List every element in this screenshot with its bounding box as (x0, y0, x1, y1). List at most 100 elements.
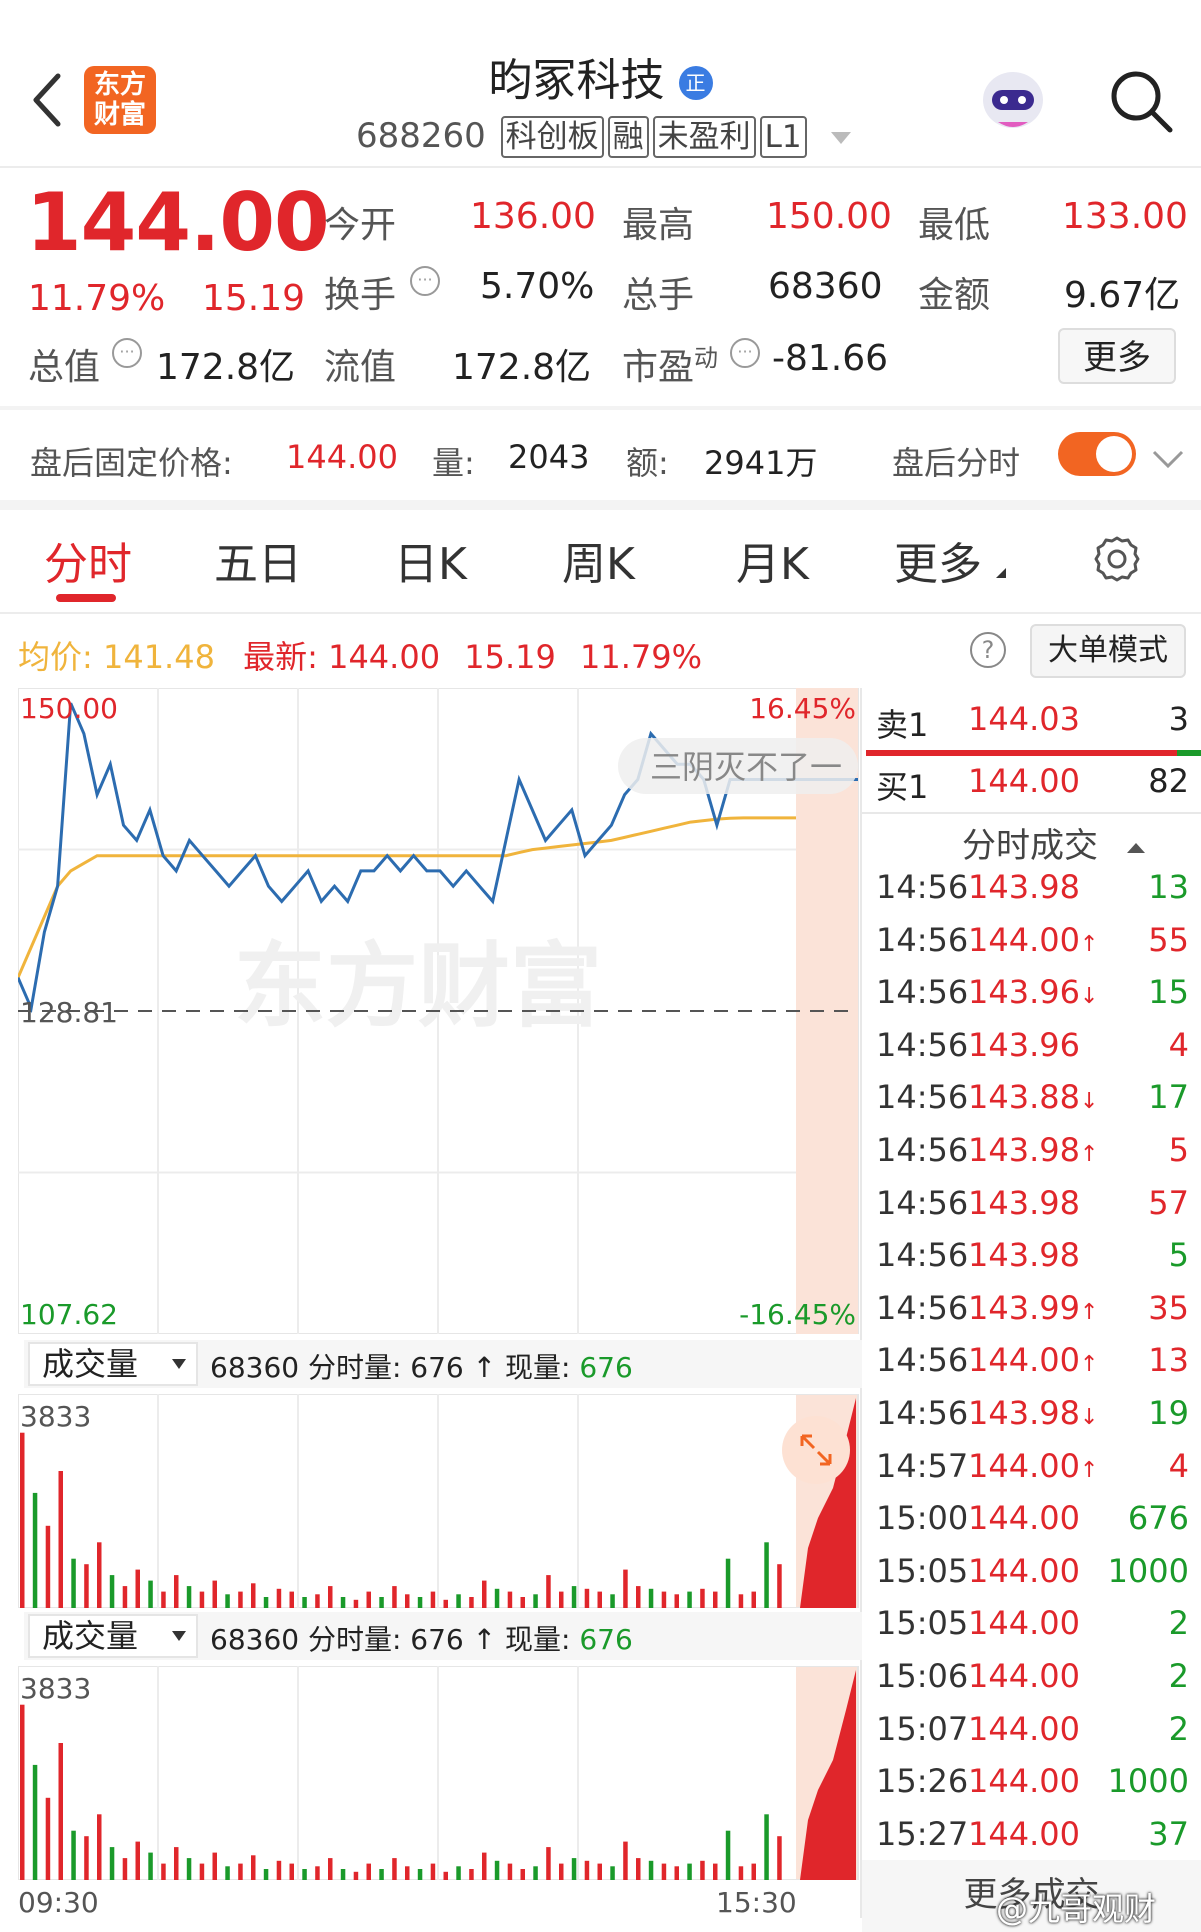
info-icon[interactable]: ··· (730, 338, 760, 368)
trade-row: 15:27 144.00 37 (876, 1815, 1201, 1867)
volume-bar (725, 1830, 731, 1880)
trades-divider (862, 812, 1201, 814)
volume-bar (289, 1863, 294, 1880)
trade-arrow: ↑ (1079, 1457, 1099, 1483)
volume-selector[interactable]: 成交量 (28, 1342, 198, 1386)
trade-time: 15:05 (876, 1551, 969, 1590)
dropdown-icon[interactable] (831, 131, 852, 144)
volume-bar (482, 1852, 487, 1880)
volume-bar (45, 1525, 51, 1608)
pe-label-text: 市盈 (622, 347, 695, 388)
tag-level: L1 (759, 116, 807, 158)
tab-five-day[interactable]: 五日 (214, 528, 302, 592)
volume-bar (276, 1588, 282, 1608)
tab-more[interactable]: 更多 (894, 528, 982, 592)
tab-daily-k[interactable]: 日K (394, 528, 467, 592)
volume-bar (32, 1492, 38, 1608)
sell-1-volume: 3 (1168, 700, 1189, 738)
info-icon[interactable]: ··· (112, 338, 142, 368)
volume-max-label: 3833 (20, 1400, 91, 1433)
turnover-value: 5.70% (480, 266, 595, 307)
volume-info-prefix: 68360 分时量: 676 ↑ 现量: (210, 1351, 571, 1384)
price-chart[interactable]: 东方财富 三阴灭不了一 150.00 128.81 107.62 16.45% … (18, 688, 860, 1334)
volume-bar (199, 1863, 205, 1880)
volume-bar (238, 1591, 243, 1608)
volume-bar (135, 1841, 140, 1880)
last-price: 144.00 (26, 176, 330, 269)
amount-value: 9.67亿 (1064, 275, 1181, 316)
trade-volume: 1000 (1107, 1762, 1189, 1801)
volume-bar (751, 1591, 756, 1608)
volume-bar (122, 1586, 128, 1608)
trade-row: 14:56 144.00↑ 55 (876, 921, 1201, 973)
trade-price: 143.98↑ (968, 1131, 1099, 1169)
volume-bar (20, 1432, 25, 1608)
info-icon[interactable]: ··· (410, 266, 440, 296)
volume-chart[interactable]: 3833 (18, 1666, 860, 1880)
help-icon[interactable]: ? (970, 632, 1006, 668)
volume-bar (84, 1836, 89, 1880)
search-icon[interactable] (1108, 68, 1174, 134)
tab-monthly-k[interactable]: 月K (736, 528, 809, 592)
chevron-down-icon[interactable] (1150, 440, 1186, 476)
volume-bar (456, 1594, 461, 1608)
sell-1-label: 卖1 (876, 706, 929, 744)
volume-bar (494, 1588, 500, 1608)
volume-bar (777, 1836, 782, 1880)
volume-bar (623, 1569, 628, 1608)
volume-bar (174, 1575, 179, 1608)
tab-intraday[interactable]: 分时 (44, 528, 132, 592)
volume-bar (20, 1704, 25, 1880)
trade-time: 14:56 (876, 1394, 969, 1432)
tab-weekly-k[interactable]: 周K (562, 528, 635, 592)
trade-time: 14:56 (876, 1131, 969, 1169)
trade-time: 14:56 (876, 973, 969, 1012)
stock-name: 昀冢科技 (488, 55, 665, 106)
open-label: 今开 (324, 205, 397, 246)
buy-1-price: 144.00 (968, 762, 1080, 800)
y-top-label: 150.00 (20, 692, 118, 725)
gear-icon[interactable] (1092, 534, 1142, 584)
trade-price: 144.00 (968, 1551, 1080, 1590)
avg-value: 141.48 (102, 638, 215, 676)
trades-title[interactable]: 分时成交 (962, 818, 1145, 867)
volume-bar (174, 1847, 179, 1880)
after-hours-toggle[interactable] (1058, 432, 1136, 476)
sell-1-row[interactable]: 卖1 144.03 3 (862, 690, 1201, 750)
tab-active-indicator (56, 594, 116, 602)
open-value: 136.00 (470, 196, 596, 237)
amount-label: 金额 (918, 275, 991, 316)
y-bottom-label: 107.62 (20, 1298, 118, 1331)
tag-board: 科创板 (500, 116, 604, 158)
trade-volume: 55 (1148, 920, 1189, 959)
volume-chart[interactable]: 3833 (18, 1394, 860, 1608)
trade-price: 143.98 (968, 868, 1080, 906)
volume-bar (71, 1558, 76, 1608)
trade-row: 14:56 143.98 13 (876, 868, 1201, 920)
volume-header: 成交量 68360 分时量: 676 ↑ 现量: 676 (24, 1340, 862, 1388)
trade-arrow: ↓ (1079, 1089, 1099, 1115)
volume-bar (97, 1814, 102, 1880)
more-button[interactable]: 更多 (1058, 328, 1176, 384)
volume-bar (610, 1594, 615, 1608)
volume-bar (584, 1588, 590, 1608)
robot-assistant-icon[interactable] (978, 66, 1048, 136)
trade-volume: 15 (1148, 973, 1189, 1012)
volume-bar (340, 1869, 346, 1880)
volume-bar (687, 1591, 692, 1608)
trades-title-text: 分时成交 (962, 826, 1098, 866)
volume-bar (700, 1860, 705, 1880)
volume-bar (751, 1863, 756, 1880)
volume-value: 68360 (768, 266, 883, 307)
trade-time: 14:56 (876, 1341, 969, 1380)
x-label-end: 15:30 (716, 1886, 797, 1919)
trade-price: 144.00 (968, 1709, 1080, 1748)
trade-row: 14:56 143.99↑ 35 (876, 1289, 1201, 1341)
stock-code: 688260 (356, 116, 486, 156)
trade-price: 144.00 (968, 1499, 1080, 1538)
buy-1-row[interactable]: 买1 144.00 82 (862, 752, 1201, 814)
footer-watermark: @九哥观财 (996, 1890, 1157, 1928)
volume-selector[interactable]: 成交量 (28, 1614, 198, 1658)
big-order-button[interactable]: 大单模式 (1030, 624, 1186, 678)
latest-pct: 11.79% (580, 638, 703, 676)
